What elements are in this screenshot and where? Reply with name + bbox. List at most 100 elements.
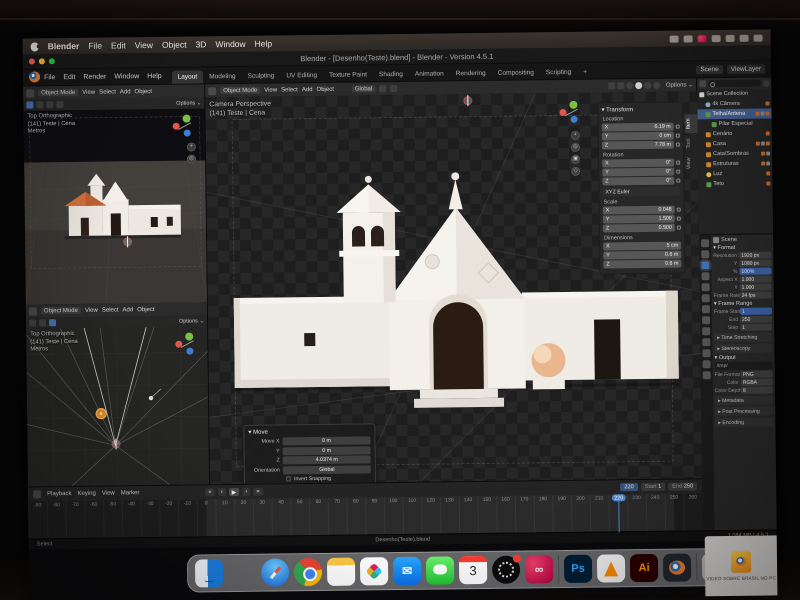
frame-range-panel-header[interactable]: ▾ Frame Range xyxy=(714,300,772,307)
location-row[interactable]: Y0 cm xyxy=(602,132,680,141)
scene-selector[interactable]: Scene xyxy=(696,65,723,74)
orientation-dropdown[interactable]: Global xyxy=(283,465,371,474)
outliner-item[interactable]: Teto xyxy=(698,178,772,189)
viewport-menu[interactable]: Select xyxy=(281,87,298,93)
dock-app-creative-cloud[interactable]: ∞ xyxy=(525,555,553,583)
dimensions-row[interactable]: Z0.6 m xyxy=(603,260,681,269)
material-shading-icon[interactable] xyxy=(644,82,651,89)
lock-icon[interactable] xyxy=(677,217,681,221)
status-icon-user-icon[interactable] xyxy=(684,35,693,42)
format-row[interactable]: %100% xyxy=(713,267,771,275)
properties-tab-modifiers[interactable] xyxy=(702,316,710,324)
collapsed-panel[interactable]: ▸ Stereoscopy xyxy=(714,343,772,353)
dock-app-notes[interactable] xyxy=(327,558,355,586)
show-overlays-icon[interactable] xyxy=(617,82,624,89)
dock-app-vlc[interactable] xyxy=(597,554,625,582)
viewport-main-content[interactable]: Camera Perspective(141) Teste | Cena xyxy=(205,91,702,484)
editor-type-icon[interactable] xyxy=(208,87,216,95)
properties-tab-object[interactable] xyxy=(702,305,710,313)
snap-icon[interactable] xyxy=(39,319,46,326)
lock-icon[interactable] xyxy=(676,179,680,183)
proportional-editing-icon[interactable] xyxy=(390,85,397,92)
viewport-menu[interactable]: Object xyxy=(137,306,154,312)
properties-tab-physics[interactable] xyxy=(702,338,710,346)
dock-app-launchpad[interactable] xyxy=(228,559,256,587)
visibility-toggles[interactable] xyxy=(766,181,772,185)
format-row[interactable]: Resolution X1920 px xyxy=(713,251,771,259)
dock-app-slack[interactable] xyxy=(360,557,388,585)
rotation-row[interactable]: X0° xyxy=(602,159,680,168)
transport-button-next-keyframe-button[interactable]: › xyxy=(242,488,250,496)
topbar-menu[interactable]: Edit xyxy=(63,74,75,81)
collapsed-panel[interactable]: ▸ Post Processing xyxy=(715,406,773,416)
workspace-tab[interactable]: Scripting xyxy=(540,66,577,79)
scale-row[interactable]: X0.048 xyxy=(603,206,681,215)
proportional-icon[interactable] xyxy=(46,101,53,108)
visibility-toggles[interactable] xyxy=(765,101,771,105)
location-row[interactable]: Z7.78 m xyxy=(602,141,680,150)
properties-tab-material[interactable] xyxy=(703,371,711,379)
navigation-gizmo[interactable] xyxy=(559,99,585,125)
dimensions-row[interactable]: X5 cm xyxy=(603,242,681,251)
format-row[interactable]: Aspect X1.000 xyxy=(714,275,772,283)
workspace-tab[interactable]: Compositing xyxy=(492,66,540,80)
dock-app-mail[interactable]: ✉ xyxy=(393,557,421,585)
menubar-item[interactable]: View xyxy=(135,40,153,50)
status-icon-search-icon[interactable] xyxy=(740,34,749,41)
format-panel-header[interactable]: ▾ Format xyxy=(713,244,771,251)
menubar-item[interactable]: Object xyxy=(162,40,187,50)
workspace-tab[interactable]: UV Editing xyxy=(280,69,323,83)
solid-shading-icon[interactable] xyxy=(635,82,642,89)
apple-menu-icon[interactable] xyxy=(31,42,39,51)
properties-tab-constraints[interactable] xyxy=(702,349,710,357)
workspace-tab[interactable]: + xyxy=(577,66,593,79)
output-row[interactable]: ColorRGBA xyxy=(715,378,773,386)
dock-app-illustrator[interactable]: Ai xyxy=(630,554,658,582)
camera-view-button[interactable]: ▣ xyxy=(571,155,580,164)
rotation-mode-dropdown[interactable]: XYZ Euler xyxy=(602,187,680,197)
dock-app-messages[interactable] xyxy=(426,556,454,584)
editor-type-icon[interactable] xyxy=(26,89,34,97)
status-icon-wifi-icon[interactable] xyxy=(726,34,735,41)
workspace-tab[interactable]: Layout xyxy=(172,70,204,83)
dock-app-calendar[interactable]: 3 xyxy=(459,556,487,584)
dock-app-separator[interactable] xyxy=(696,553,697,581)
lock-icon[interactable] xyxy=(676,170,680,174)
viewport-menu[interactable]: Object xyxy=(135,89,152,95)
output-path-field[interactable]: /tmp/ xyxy=(715,361,773,370)
visibility-toggles[interactable] xyxy=(761,161,772,165)
format-row[interactable]: Frame Rate24 fps xyxy=(714,291,772,299)
sidebar-tab[interactable]: View xyxy=(685,153,698,173)
workspace-tab[interactable]: Rendering xyxy=(450,67,492,81)
timeline-menu[interactable]: Marker xyxy=(121,490,140,496)
visibility-toggles[interactable] xyxy=(766,131,772,135)
format-row[interactable]: Y1080 px xyxy=(713,259,771,267)
blender-logo-icon[interactable] xyxy=(29,71,40,82)
options-dropdown[interactable]: Options ⌄ xyxy=(179,318,204,324)
viewport-menu[interactable]: Select xyxy=(102,307,119,313)
menubar-item[interactable]: File xyxy=(88,41,102,51)
frame-range-row[interactable]: Step1 xyxy=(714,323,772,331)
lock-icon[interactable] xyxy=(677,208,681,212)
status-icon-siri-icon[interactable] xyxy=(754,34,763,41)
output-row[interactable]: File FormatPNG xyxy=(715,370,773,378)
zoom-button[interactable]: + xyxy=(187,142,196,151)
transform-panel-title[interactable]: ▾ Transform xyxy=(601,106,679,114)
viewport-menu[interactable]: Object xyxy=(316,86,333,92)
location-row[interactable]: X6.19 m xyxy=(602,123,680,132)
workspace-tab[interactable]: Texture Paint xyxy=(323,68,373,82)
dock-app-blender[interactable] xyxy=(663,553,691,581)
transport-button-jump-to-end-button[interactable]: » xyxy=(253,488,262,496)
frame-range-row[interactable]: Frame Start1 xyxy=(714,307,772,315)
zoom-button[interactable]: + xyxy=(571,131,580,140)
pan-button[interactable]: ◎ xyxy=(571,143,580,152)
wireframe-shading-icon[interactable] xyxy=(626,82,633,89)
gizmo-toggle-icon[interactable] xyxy=(26,101,33,108)
dock-app-chrome[interactable] xyxy=(294,558,322,586)
sidebar-tab[interactable]: Item xyxy=(685,114,698,133)
status-icon-keyboard-icon[interactable] xyxy=(698,35,707,42)
viewport-menu[interactable]: Add xyxy=(122,307,133,313)
menubar-item[interactable]: 3D xyxy=(195,39,206,49)
timeline-menu[interactable]: Keying xyxy=(77,491,95,497)
visibility-toggles[interactable] xyxy=(756,141,772,145)
